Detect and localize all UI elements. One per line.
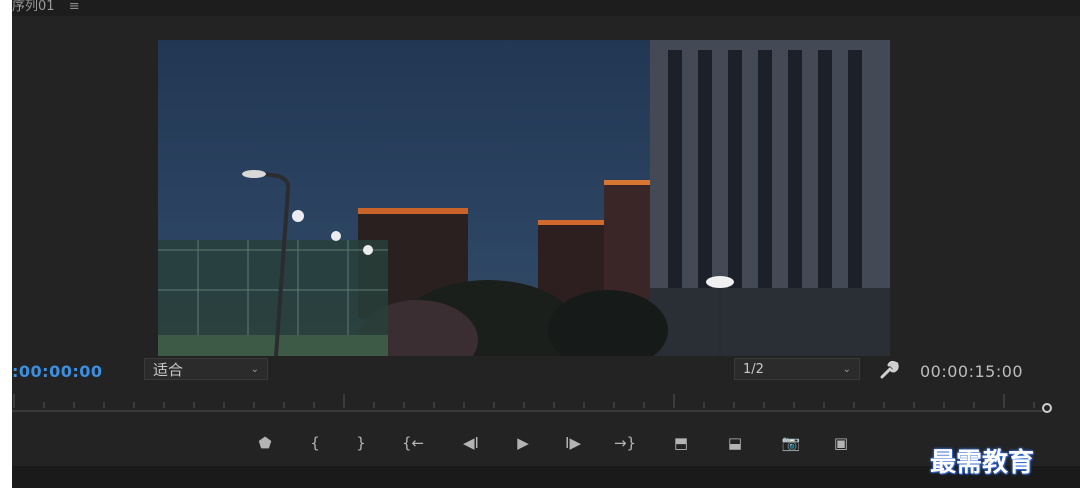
lift-icon: ⬒ xyxy=(673,434,689,452)
step-back-icon: ◀I xyxy=(463,434,479,452)
step-forward-button[interactable]: I▶ xyxy=(560,430,586,456)
comparison-view-button[interactable]: ▣ xyxy=(828,430,854,456)
go-to-out-icon: →} xyxy=(613,434,637,452)
extract-button[interactable]: ⬓ xyxy=(722,430,748,456)
chevron-down-icon: ⌄ xyxy=(250,364,259,375)
mark-in-button[interactable]: { xyxy=(302,430,328,456)
program-monitor-panel: 序列01 ≡:00:00:00 适合 ⌄ 1/2 ⌄ 00:00:15:00 … xyxy=(12,0,1080,488)
chevron-down-icon: ⌄ xyxy=(842,364,851,375)
add-marker-button[interactable]: ⬟ xyxy=(252,430,278,456)
time-ruler[interactable] xyxy=(12,392,1080,422)
go-to-in-icon: {← xyxy=(401,434,425,452)
playback-resolution-value: 1/2 xyxy=(743,362,764,377)
panel-title: 序列01 xyxy=(12,0,55,14)
settings-wrench-icon[interactable] xyxy=(878,359,900,381)
playback-resolution-select[interactable]: 1/2 ⌄ xyxy=(734,358,860,380)
step-forward-icon: I▶ xyxy=(565,434,581,452)
video-preview[interactable] xyxy=(158,40,890,356)
play-icon: ▶ xyxy=(517,434,529,452)
mark-out-button[interactable]: } xyxy=(348,430,374,456)
comparison-icon: ▣ xyxy=(833,434,849,452)
button-bar-bottom xyxy=(12,466,1080,488)
go-to-in-button[interactable]: {← xyxy=(400,430,426,456)
zoom-level-value: 适合 xyxy=(153,361,184,379)
marker-icon: ⬟ xyxy=(258,434,272,452)
step-back-button[interactable]: ◀I xyxy=(458,430,484,456)
mark-out-icon: } xyxy=(356,434,366,452)
mark-in-icon: { xyxy=(310,434,320,452)
duration-timecode: 00:00:15:00 xyxy=(920,362,1024,381)
playhead-handle[interactable] xyxy=(1042,403,1052,413)
zoom-level-select[interactable]: 适合 ⌄ xyxy=(144,358,268,380)
transport-controls: ⬟ {} {← ◀I ▶ I▶ →} ⬒ ⬓ 📷 ▣ xyxy=(12,430,1080,460)
ruler-ticks xyxy=(13,394,1035,408)
play-button[interactable]: ▶ xyxy=(510,430,536,456)
watermark-logo: 最需教育 xyxy=(930,448,1035,478)
lift-button[interactable]: ⬒ xyxy=(668,430,694,456)
extract-icon: ⬓ xyxy=(727,434,743,452)
go-to-out-button[interactable]: →} xyxy=(612,430,638,456)
export-frame-button[interactable]: 📷 xyxy=(778,430,804,456)
panel-title-bar[interactable]: 序列01 ≡ xyxy=(12,0,1080,16)
playhead-timecode[interactable]: :00:00:00 xyxy=(12,362,103,381)
ruler-track xyxy=(12,410,1042,412)
video-frame-image xyxy=(158,40,890,356)
panel-menu-icon[interactable]: ≡ xyxy=(69,0,80,14)
camera-icon: 📷 xyxy=(781,434,801,452)
